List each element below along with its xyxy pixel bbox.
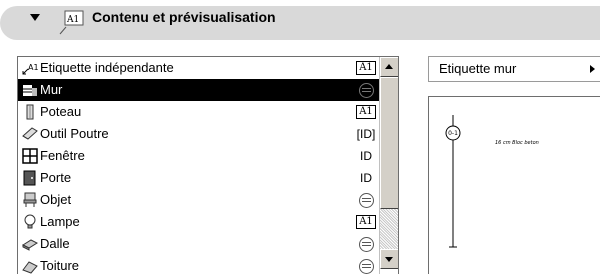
lamp-icon <box>22 214 38 230</box>
list-item-label: Porte <box>40 170 72 185</box>
wall-icon <box>22 82 38 98</box>
header-band <box>0 6 600 40</box>
chevron-right-icon <box>590 65 595 73</box>
list-item-mur[interactable]: Mur <box>18 79 379 101</box>
list-item-poteau[interactable]: Poteau A1 <box>18 101 379 123</box>
object-chair-icon <box>22 192 38 208</box>
list-item-label: Objet <box>40 192 72 207</box>
label-type-badge: A1 <box>353 103 379 121</box>
list-item-dalle[interactable]: Dalle <box>18 233 379 255</box>
scroll-down-button[interactable] <box>380 249 398 269</box>
label-type-badge: [ID] <box>356 127 376 141</box>
beam-icon <box>22 126 38 142</box>
arrow-down-icon <box>385 257 393 262</box>
list-item-label: Outil Poutre <box>40 126 109 141</box>
list-item-label: Dalle <box>40 236 70 251</box>
dropdown-value: Etiquette mur <box>439 61 517 76</box>
column-icon <box>22 104 38 120</box>
arrow-up-icon <box>385 64 393 69</box>
list-item-label: Fenêtre <box>40 148 85 163</box>
scroll-up-button[interactable] <box>380 57 398 77</box>
scroll-thumb[interactable] <box>380 77 398 209</box>
header-icon-text: A1 <box>66 15 79 25</box>
label-icon-text: A1 <box>28 63 39 72</box>
list-item-etiquette-independante[interactable]: A1 Etiquette indépendante A1 <box>18 57 379 79</box>
list-item-lampe[interactable]: Lampe A1 <box>18 211 379 233</box>
label-type-badge: ID <box>360 149 372 163</box>
label-type-badge: A1 <box>353 213 379 231</box>
list-item-toiture[interactable]: Toiture <box>18 255 379 274</box>
list-item-label: Toiture <box>40 258 80 273</box>
preview-note: 16 cm Bloc beton <box>495 140 539 146</box>
collapse-triangle-icon[interactable] <box>30 14 40 21</box>
element-type-list[interactable]: A1 Etiquette indépendante A1 Mur Poteau … <box>17 56 399 274</box>
list-item-label: Poteau <box>40 104 82 119</box>
roof-icon <box>22 258 38 274</box>
window-icon <box>22 148 38 164</box>
preview-marker-text: 0-1 <box>448 130 458 137</box>
label-type-badge <box>353 257 379 274</box>
label-type-badge <box>353 235 379 253</box>
label-type-badge: ID <box>360 171 372 185</box>
list-item-label: Mur <box>40 82 63 97</box>
label-tool-icon: A1 <box>59 10 84 35</box>
scroll-track[interactable] <box>380 209 398 249</box>
list-item-fenetre[interactable]: Fenêtre ID <box>18 145 379 167</box>
list-item-label: Lampe <box>40 214 80 229</box>
label-arrow-icon: A1 <box>22 60 39 76</box>
list-item-outil-poutre[interactable]: Outil Poutre [ID] <box>18 123 379 145</box>
door-icon <box>22 170 38 186</box>
section-header: A1 Contenu et prévisualisation <box>0 0 600 42</box>
label-preview-panel: 0-1 16 cm Bloc beton <box>428 96 600 274</box>
list-scrollbar[interactable] <box>379 57 398 274</box>
label-type-badge: A1 <box>353 59 379 77</box>
list-item-label: Etiquette indépendante <box>40 60 174 75</box>
slab-icon <box>21 236 39 252</box>
label-type-badge <box>353 191 379 209</box>
preview-drawing: 0-1 <box>445 115 461 248</box>
list-item-objet[interactable]: Objet <box>18 189 379 211</box>
label-type-badge <box>353 81 379 99</box>
section-title: Contenu et prévisualisation <box>92 9 276 25</box>
list-item-porte[interactable]: Porte ID <box>18 167 379 189</box>
label-style-dropdown[interactable]: Etiquette mur <box>428 56 600 82</box>
